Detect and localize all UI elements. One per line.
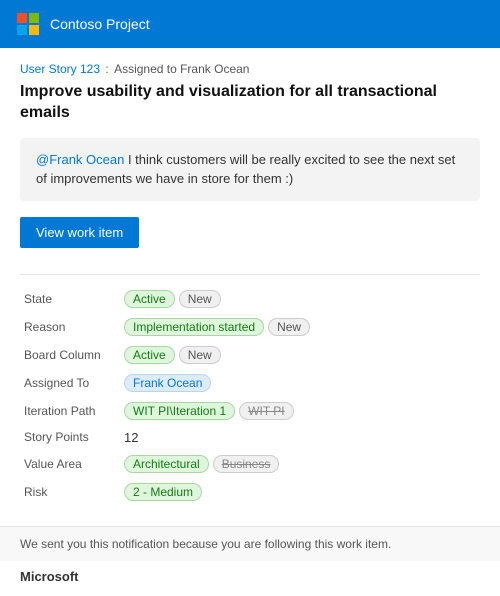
field-value: 2 - Medium [120,478,480,506]
tag-badge: Architectural [124,455,209,473]
field-value: ActiveNew [120,341,480,369]
field-value: ActiveNew [120,285,480,313]
tag-badge: New [179,290,221,308]
field-label: Iteration Path [20,397,120,425]
field-value: ArchitecturalBusiness [120,450,480,478]
table-row: Story Points 12 [20,425,480,450]
tag-badge: Active [124,290,175,308]
table-row: Value AreaArchitecturalBusiness [20,450,480,478]
breadcrumb-assigned: Assigned to Frank Ocean [114,62,249,76]
tag-badge: New [179,346,221,364]
footer-note-text: We sent you this notification because yo… [20,537,391,551]
tag-badge: 2 - Medium [124,483,202,501]
app-title: Contoso Project [50,16,150,32]
tag-badge: Active [124,346,175,364]
table-row: Assigned ToFrank Ocean [20,369,480,397]
breadcrumb-sep: : [102,62,112,76]
footer-note: We sent you this notification because yo… [0,526,500,561]
tag-badge: WIT PI\Iteration 1 [124,402,235,420]
fields-table: StateActiveNewReasonImplementation start… [20,285,480,506]
tag-badge: WIT PI [239,402,293,420]
field-value: 12 [120,425,480,450]
comment-box: @Frank Ocean I think customers will be r… [20,138,480,201]
tag-badge: New [268,318,310,336]
table-row: Iteration PathWIT PI\Iteration 1WIT PI [20,397,480,425]
footer-brand: Microsoft [0,561,500,596]
brand-name: Microsoft [20,569,79,584]
view-work-item-button[interactable]: View work item [20,217,139,248]
table-row: StateActiveNew [20,285,480,313]
story-title: Improve usability and visualization for … [20,82,480,124]
tag-badge: 12 [124,430,138,445]
field-value: WIT PI\Iteration 1WIT PI [120,397,480,425]
field-label: Assigned To [20,369,120,397]
table-row: Risk2 - Medium [20,478,480,506]
field-label: Value Area [20,450,120,478]
field-label: Board Column [20,341,120,369]
tag-badge: Frank Ocean [124,374,211,392]
content-area: User Story 123 : Assigned to Frank Ocean… [0,48,500,516]
ms-logo-icon [16,12,40,36]
table-row: ReasonImplementation startedNew [20,313,480,341]
field-label: State [20,285,120,313]
app-header: Contoso Project [0,0,500,48]
breadcrumb: User Story 123 : Assigned to Frank Ocean [20,62,480,76]
tag-badge: Business [213,455,280,473]
divider [20,274,480,275]
field-value: Frank Ocean [120,369,480,397]
field-label: Risk [20,478,120,506]
field-label: Reason [20,313,120,341]
mention-link[interactable]: @Frank Ocean [36,152,124,167]
field-value: Implementation startedNew [120,313,480,341]
story-link[interactable]: User Story 123 [20,62,100,76]
field-label: Story Points [20,425,120,450]
tag-badge: Implementation started [124,318,264,336]
table-row: Board ColumnActiveNew [20,341,480,369]
